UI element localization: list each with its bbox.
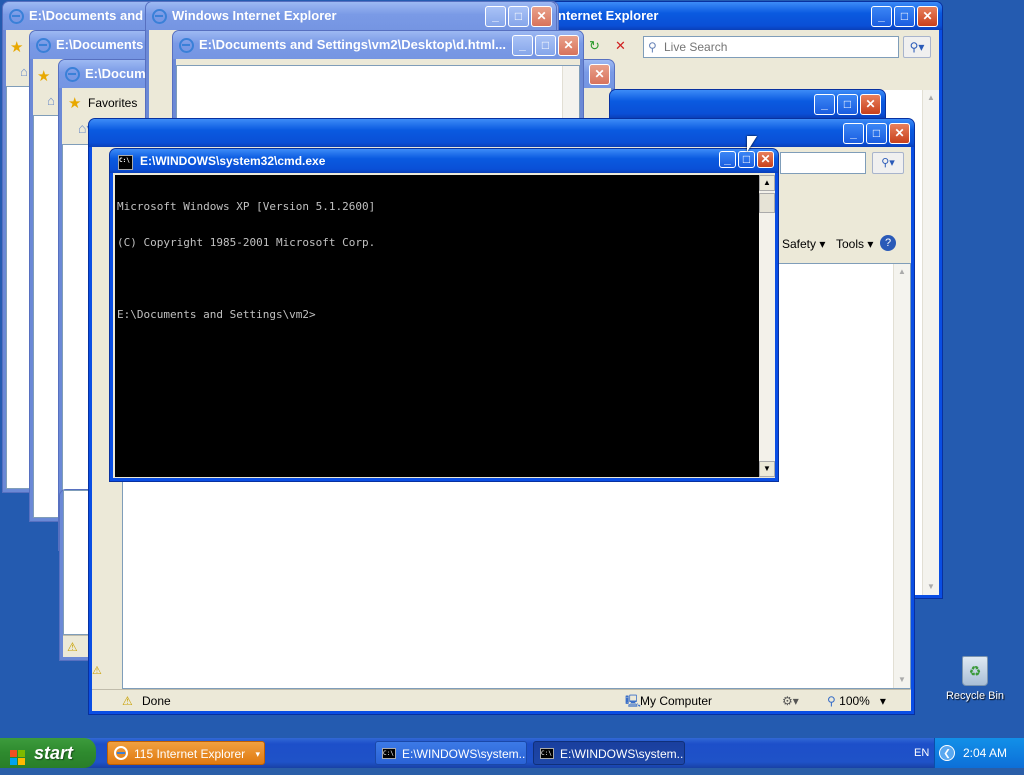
favorites-star-icon[interactable]: ★: [37, 67, 50, 85]
favorites-star-icon[interactable]: ★: [10, 38, 23, 56]
home-icon[interactable]: ⌂: [47, 93, 55, 108]
ie-icon: [36, 38, 51, 53]
home-icon[interactable]: ⌂: [20, 64, 28, 79]
system-tray: ❮ 2:04 AM: [934, 738, 1024, 768]
taskbar-ie-label: 115 Internet Explorer: [134, 747, 246, 761]
ie-icon: [179, 38, 194, 53]
ie-window-8-statusbar: ⚠ Done 🖳 My Computer ⚙▾ ⚲ 100% ▾: [92, 689, 911, 711]
close-button[interactable]: ✕: [558, 35, 579, 56]
recycle-bin-label: Recycle Bin: [945, 690, 1005, 702]
favorites-star-icon[interactable]: ★: [68, 94, 81, 112]
zone-icon: 🖳: [625, 694, 642, 708]
status-text: Done: [142, 694, 171, 708]
mouse-cursor-icon: [747, 136, 757, 152]
tools-menu[interactable]: Tools ▾: [836, 237, 873, 251]
console-line: (C) Copyright 1985-2001 Microsoft Corp.: [117, 236, 376, 249]
cmd-titlebar[interactable]: C:\ E:\WINDOWS\system32\cmd.exe _ □ ✕: [110, 149, 778, 173]
cmd-icon: C:\: [118, 155, 133, 170]
taskbar-cmd-2[interactable]: C:\ E:\WINDOWS\system...: [533, 741, 685, 765]
warning-icon: ⚠: [92, 665, 102, 677]
close-button[interactable]: ✕: [757, 151, 774, 168]
ie-window-4-titlebar[interactable]: Windows Internet Explorer _ □ ✕: [146, 2, 556, 30]
taskbar-cmd-1[interactable]: C:\ E:\WINDOWS\system...: [375, 741, 527, 765]
cmd-title: E:\WINDOWS\system32\cmd.exe: [140, 154, 326, 168]
scroll-down-arrow[interactable]: ▼: [759, 461, 775, 477]
ie-window-6-titlebar[interactable]: _ □ ✕: [610, 90, 885, 118]
taskbar-ie-group[interactable]: 115 Internet Explorer ▾: [107, 741, 265, 765]
clock[interactable]: 2:04 AM: [963, 738, 1007, 768]
ie-window-5-titlebar[interactable]: E:\Documents and Settings\vm2\Desktop\d.…: [173, 31, 583, 59]
taskbar: start 115 Internet Explorer ▾ C:\ E:\WIN…: [0, 738, 1024, 768]
zoom-control[interactable]: ⚲ 100% ▾: [827, 690, 886, 712]
search-box[interactable]: [780, 152, 866, 174]
search-go-button[interactable]: ⚲▾: [903, 36, 931, 58]
tray-arrow-icon[interactable]: ❮: [939, 745, 955, 761]
ie-window-4-title: Windows Internet Explorer: [172, 8, 337, 23]
minimize-button[interactable]: _: [814, 94, 835, 115]
chevron-down-icon: ▾: [255, 749, 260, 759]
ie-icon: [65, 67, 80, 82]
ie-icon: [9, 9, 24, 24]
search-icon: ⚲: [648, 40, 657, 54]
language-indicator[interactable]: EN: [914, 738, 929, 768]
minimize-button[interactable]: _: [843, 123, 864, 144]
status-done-icon: ⚠: [122, 694, 133, 708]
help-icon[interactable]: ?: [880, 235, 896, 251]
maximize-button[interactable]: □: [535, 35, 556, 56]
cmd-icon: C:\: [382, 748, 396, 759]
minimize-button[interactable]: _: [871, 6, 892, 27]
warning-icon: ⚠: [67, 640, 78, 654]
console-scrollbar[interactable]: ▲ ▼: [759, 175, 775, 477]
console-area[interactable]: Microsoft Windows XP [Version 5.1.2600] …: [115, 175, 759, 477]
ie-window-9[interactable]: ⚠: [89, 580, 119, 690]
protected-mode-icon[interactable]: ⚙▾: [782, 690, 799, 712]
cmd-window[interactable]: C:\ E:\WINDOWS\system32\cmd.exe _ □ ✕ Micr…: [110, 149, 778, 481]
ie-window-rear-titlebar[interactable]: nternet Explorer _ □ ✕: [550, 2, 942, 30]
recycle-bin-icon: ♻: [962, 656, 988, 686]
minimize-button[interactable]: _: [512, 35, 533, 56]
close-button[interactable]: ✕: [917, 6, 938, 27]
maximize-button[interactable]: □: [508, 6, 529, 27]
ie-icon: [114, 746, 128, 760]
scroll-up-arrow[interactable]: ▲: [759, 175, 775, 191]
ie-window-8-titlebar[interactable]: _ □ ✕: [89, 119, 914, 147]
refresh-icon[interactable]: ↻: [589, 38, 600, 54]
ie-icon: [152, 9, 167, 24]
cmd-icon: C:\: [540, 748, 554, 759]
close-button[interactable]: ✕: [860, 94, 881, 115]
zoom-icon: ⚲: [827, 694, 836, 708]
console-line: Microsoft Windows XP [Version 5.1.2600]: [117, 200, 376, 213]
ie-window-1-title: E:\Documents and S: [29, 8, 156, 23]
ie-window-5-title: E:\Documents and Settings\vm2\Desktop\d.…: [199, 37, 506, 52]
search-input[interactable]: [664, 39, 894, 55]
zone-text: My Computer: [640, 694, 713, 708]
ie-window-rear-title: nternet Explorer: [558, 8, 659, 23]
close-button[interactable]: ✕: [589, 64, 610, 85]
desktop: nternet Explorer _□✕ ↻ ✕ ⚲ ⚲▾ ▲▼ E:\Docu…: [0, 0, 1024, 738]
scroll-thumb[interactable]: [759, 193, 775, 213]
stop-icon[interactable]: ✕: [615, 38, 626, 54]
minimize-button[interactable]: _: [485, 6, 506, 27]
start-button[interactable]: start: [0, 738, 96, 768]
maximize-button[interactable]: □: [738, 151, 755, 168]
favorites-label[interactable]: Favorites: [88, 96, 137, 110]
maximize-button[interactable]: □: [866, 123, 887, 144]
close-button[interactable]: ✕: [531, 6, 552, 27]
maximize-button[interactable]: □: [837, 94, 858, 115]
maximize-button[interactable]: □: [894, 6, 915, 27]
safety-menu[interactable]: Safety ▾: [782, 237, 825, 251]
taskbar-cmd-2-label: E:\WINDOWS\system...: [560, 747, 685, 761]
windows-flag-icon: [10, 745, 26, 765]
minimize-button[interactable]: _: [719, 151, 736, 168]
close-button[interactable]: ✕: [889, 123, 910, 144]
taskbar-cmd-1-label: E:\WINDOWS\system...: [402, 747, 527, 761]
recycle-bin[interactable]: ♻ Recycle Bin: [940, 656, 1010, 712]
ie-window-2-title: E:\Documents a: [56, 37, 155, 52]
search-box[interactable]: ⚲: [643, 36, 899, 58]
search-go-button[interactable]: ⚲▾: [872, 152, 904, 174]
console-prompt: E:\Documents and Settings\vm2>: [117, 308, 316, 321]
